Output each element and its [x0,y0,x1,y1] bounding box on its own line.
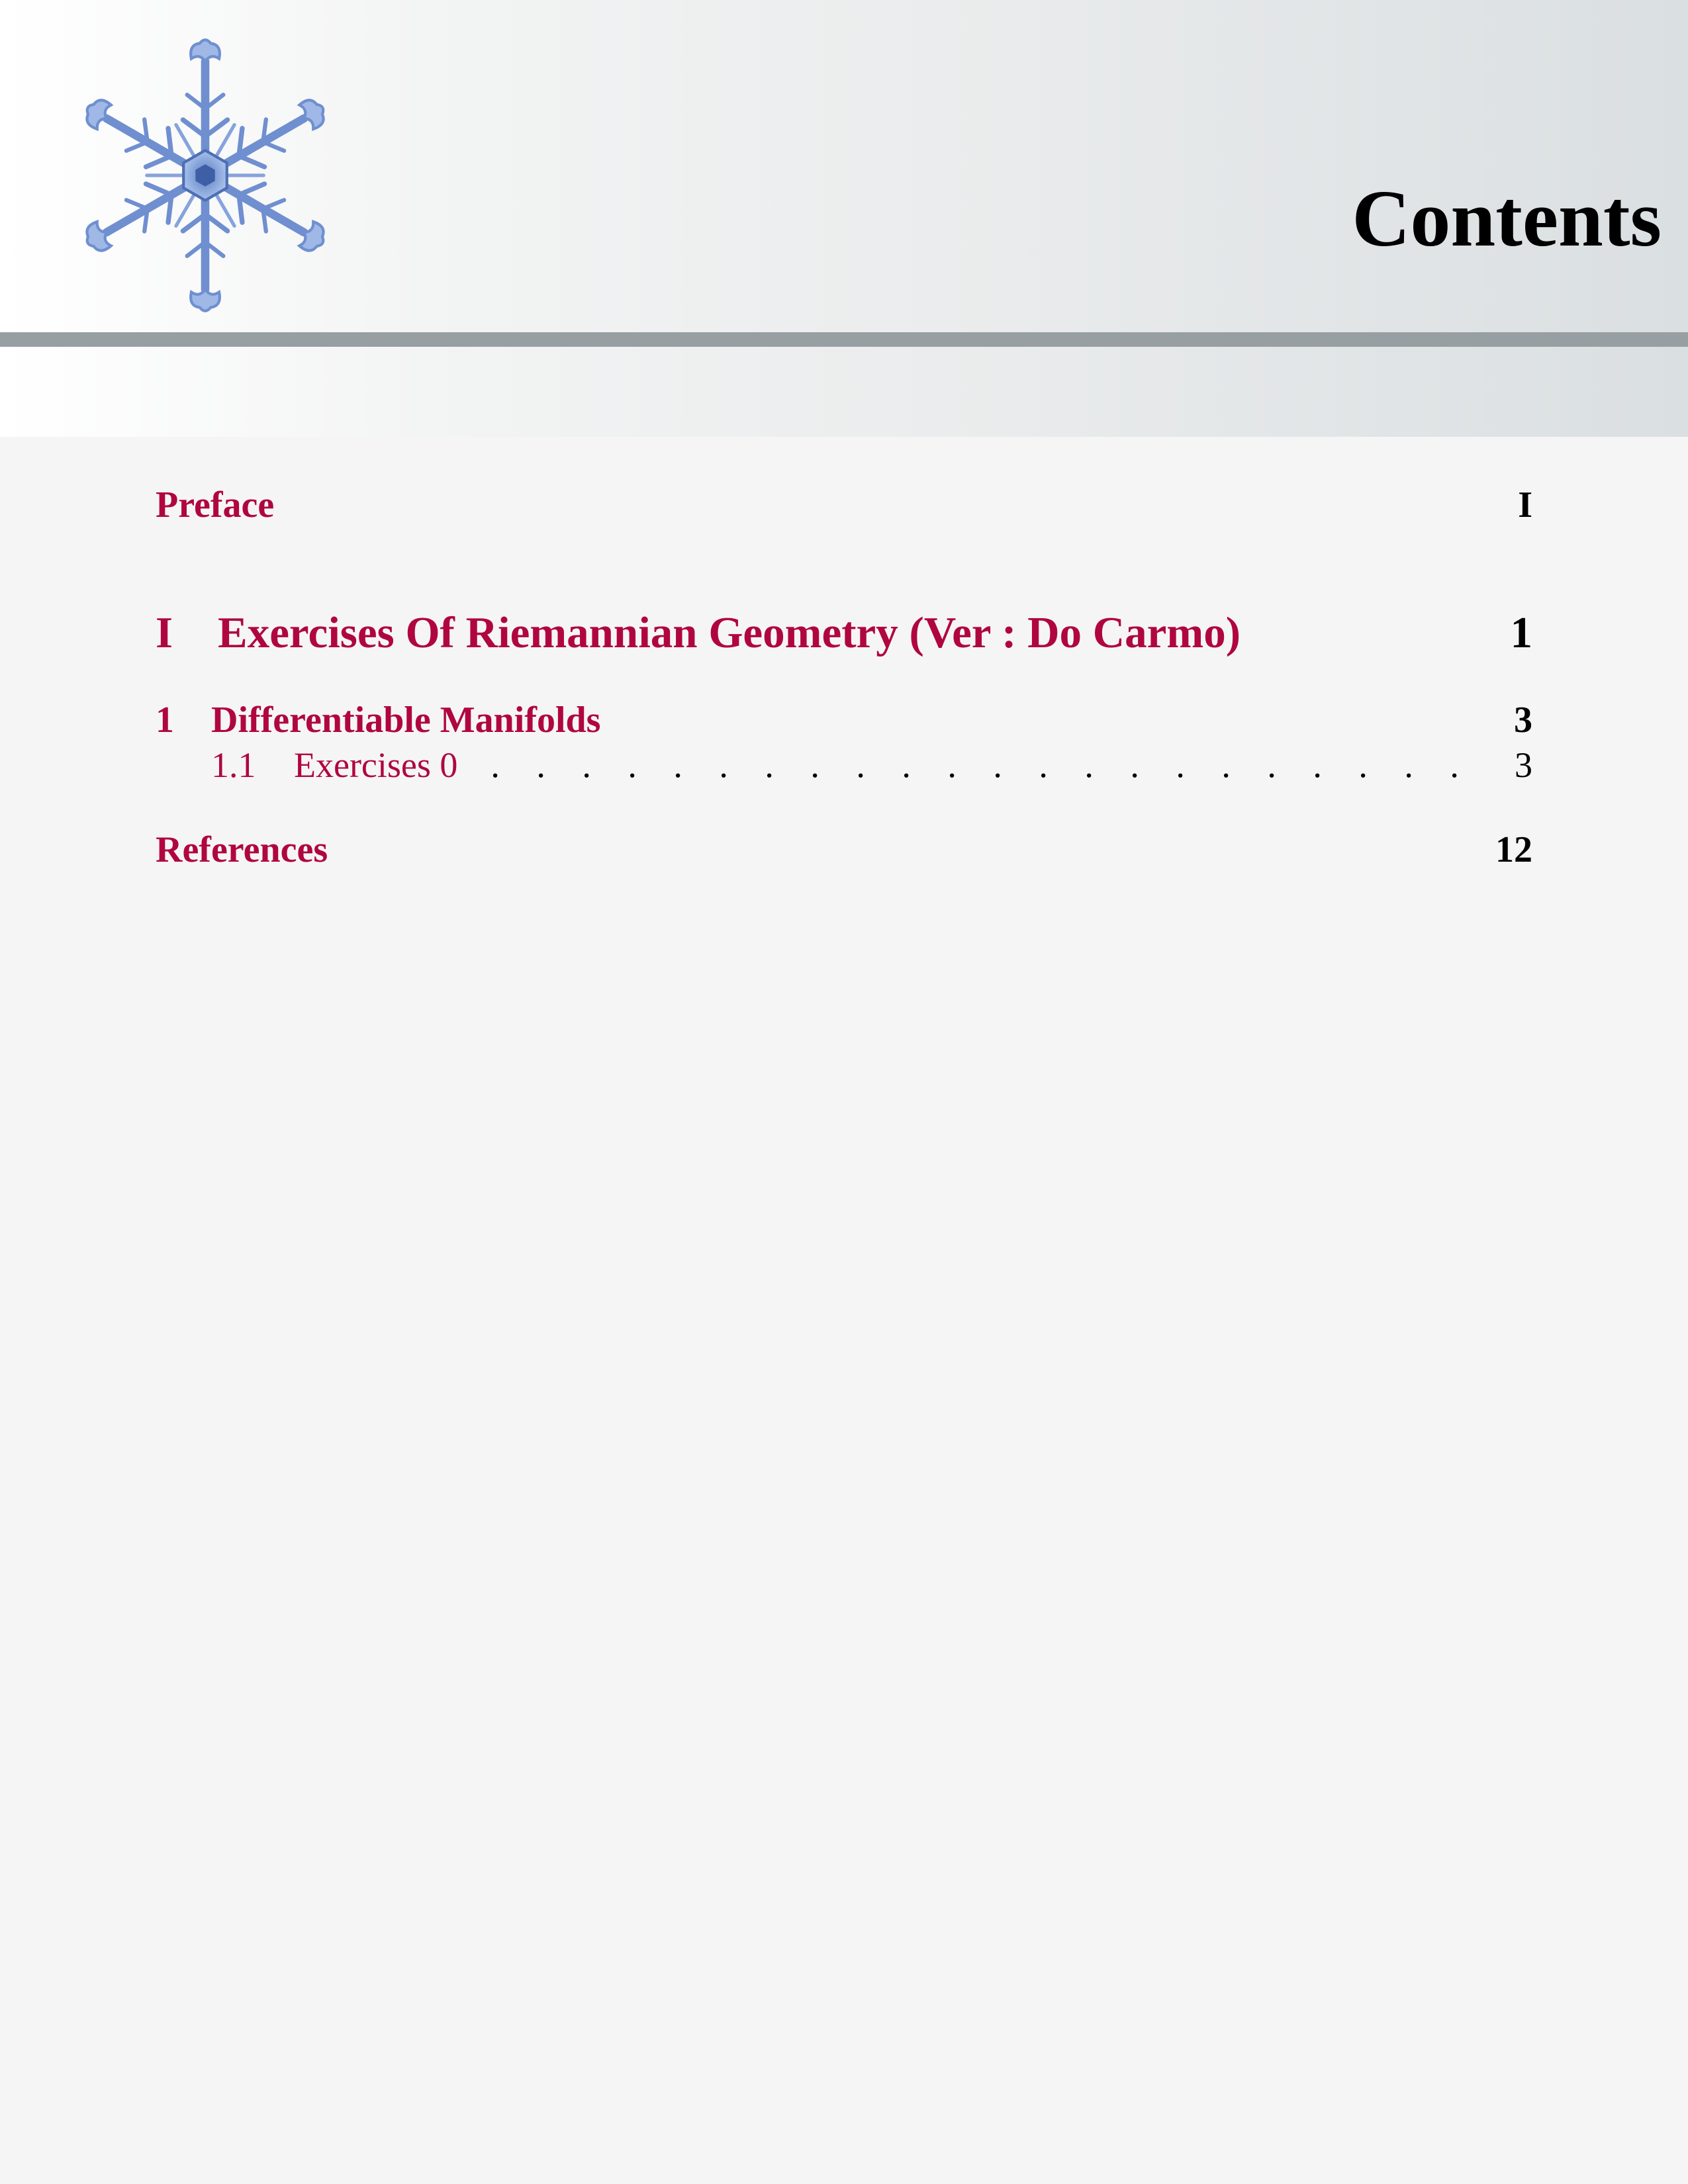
toc-entry-chapter[interactable]: 1 Differentiable Manifolds 3 [156,699,1532,741]
toc-entry-page: I [1518,484,1532,525]
toc-entry-number: I [156,608,173,657]
toc-entry-page: 1 [1510,608,1533,657]
page-title: Contents [1352,174,1662,263]
toc-entry-page: 3 [1515,745,1532,785]
toc-entry-title: Exercises Of Riemannian Geometry (Ver : … [218,608,1241,657]
toc-entry-references[interactable]: References 12 [156,829,1532,871]
toc-entry-title: Exercises 0 [294,745,458,785]
snowflake-image [66,38,344,314]
toc-entry-number: 1 [156,700,174,741]
toc-entry-number: 1.1 [211,745,256,785]
toc-entry-part[interactable]: I Exercises Of Riemannian Geometry (Ver … [156,608,1532,659]
toc-entry-preface[interactable]: Preface I [156,484,1532,526]
toc-entry-title: Preface [156,484,275,525]
toc-entry-title: References [156,829,328,870]
toc-entry-page: 12 [1495,829,1532,870]
toc-entry-title: Differentiable Manifolds [211,700,601,741]
header-rule [0,332,1688,347]
toc-dot-leader: . . . . . . . . . . . . . . . . . . . . … [491,745,1468,785]
toc-entry-page: 3 [1514,700,1532,741]
toc-entry-section[interactable]: 1.1 Exercises 0 . . . . . . . . . . . . … [156,745,1532,786]
